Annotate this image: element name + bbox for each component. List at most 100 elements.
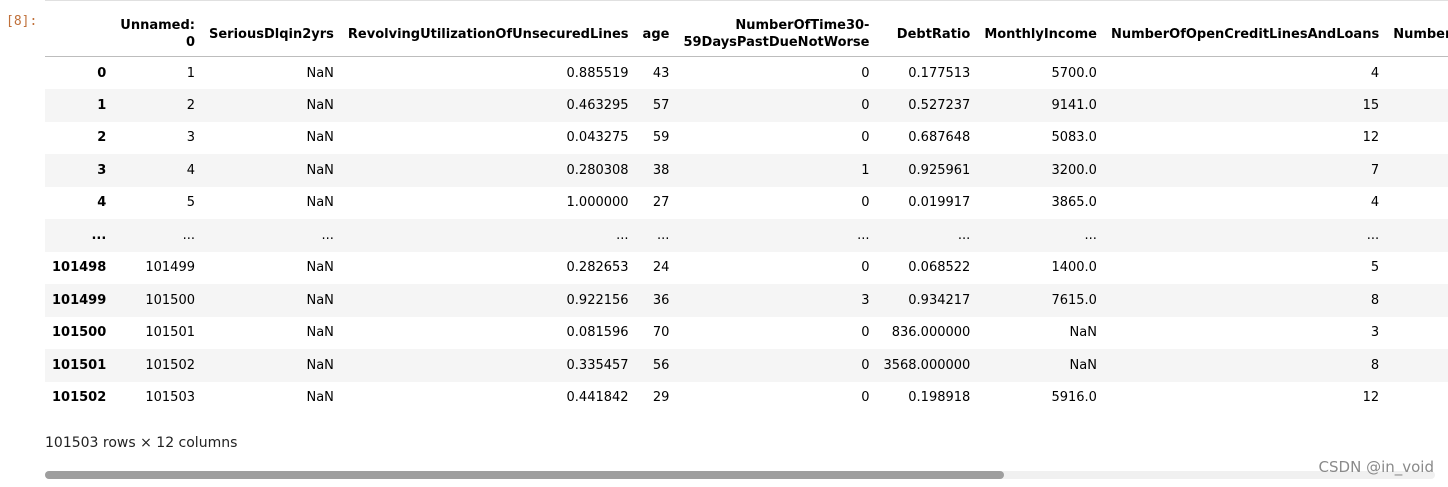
table-row: 1 2 NaN 0.463295 57 0 0.527237 9141.0 15 xyxy=(45,89,1448,122)
table-cell: 0.068522 xyxy=(908,260,971,276)
table-cell: 1 xyxy=(861,162,870,178)
table-cell: 0 xyxy=(861,325,870,341)
table-cell: 0 xyxy=(861,260,870,276)
row-index: ... xyxy=(91,227,107,243)
table-cell: 7 xyxy=(1370,162,1380,178)
scrollbar-thumb[interactable] xyxy=(45,471,1005,479)
table-cell: 38 xyxy=(652,162,670,178)
table-cell xyxy=(1386,154,1448,187)
table-cell: 4 xyxy=(1370,65,1380,81)
table-cell: 12 xyxy=(1362,130,1380,146)
column-header: NumberOfTimes90Day xyxy=(1386,12,1448,57)
table-cell: 3 xyxy=(1370,325,1380,341)
table-cell: NaN xyxy=(306,195,334,211)
table-cell: ... xyxy=(1366,227,1380,243)
table-cell: 27 xyxy=(652,195,670,211)
table-cell: 1 xyxy=(186,65,195,81)
table-header: Unnamed: 0 SeriousDlqin2yrs RevolvingUti… xyxy=(45,12,1448,57)
table-cell: 8 xyxy=(1370,357,1380,373)
table-cell: ... xyxy=(657,227,670,243)
table-cell xyxy=(1386,122,1448,155)
table-cell: NaN xyxy=(306,357,334,373)
table-cell: 5 xyxy=(1370,260,1380,276)
table-row: 101498 101499 NaN 0.282653 24 0 0.068522 1400.0… xyxy=(45,252,1448,285)
table-cell xyxy=(1386,89,1448,122)
table-cell: 0.441842 xyxy=(566,390,629,406)
table-cell: NaN xyxy=(306,97,334,113)
table-cell: 0.687648 xyxy=(908,130,971,146)
table-cell: 0.081596 xyxy=(566,325,629,341)
table-row: 2 3 NaN 0.043275 59 0 0.687648 5083.0 12 xyxy=(45,122,1448,155)
row-index: 1 xyxy=(97,97,107,113)
table-row: 101501 101502 NaN 0.335457 56 0 3568.000000 NaN… xyxy=(45,349,1448,382)
horizontal-scrollbar[interactable] xyxy=(45,471,1435,479)
table-row: 101502 101503 NaN 0.441842 29 0 0.198918 5916.0… xyxy=(45,382,1448,415)
column-header: MonthlyIncome xyxy=(977,12,1104,57)
table-row: 3 4 NaN 0.280308 38 1 0.925961 3200.0 7 xyxy=(45,154,1448,187)
table-cell: 0.934217 xyxy=(908,292,971,308)
column-header: NumberOfTime30-59DaysPastDueNotWorse xyxy=(676,12,877,57)
table-cell xyxy=(1386,382,1448,415)
table-row: 101499 101500 NaN 0.922156 36 3 0.934217 7615.0… xyxy=(45,284,1448,317)
cell-execution-prompt: [8]: xyxy=(6,14,38,29)
table-cell: 0 xyxy=(861,65,870,81)
table-cell: NaN xyxy=(1069,325,1097,341)
column-header: NumberOfOpenCreditLinesAndLoans xyxy=(1103,12,1387,57)
table-cell: 12 xyxy=(1362,390,1380,406)
table-cell: 15 xyxy=(1362,97,1380,113)
table-cell: NaN xyxy=(1069,357,1097,373)
table-cell: 70 xyxy=(652,325,670,341)
table-cell: NaN xyxy=(306,162,334,178)
table-cell: 0.019917 xyxy=(908,195,971,211)
table-cell: 0 xyxy=(861,195,870,211)
watermark-text: CSDN @in_void xyxy=(1318,458,1434,476)
table-cell: 57 xyxy=(652,97,670,113)
table-cell: 3200.0 xyxy=(1051,162,1097,178)
table-cell: 3 xyxy=(861,292,870,308)
header-row: Unnamed: 0 SeriousDlqin2yrs RevolvingUti… xyxy=(45,12,1448,57)
table-cell: 0.335457 xyxy=(566,357,629,373)
table-cell: 4 xyxy=(1370,195,1380,211)
table-cell: 0 xyxy=(861,97,870,113)
table-cell: ... xyxy=(616,227,629,243)
table-cell: 5700.0 xyxy=(1051,65,1097,81)
row-index: 101501 xyxy=(52,357,107,373)
table-row: 0 1 NaN 0.885519 43 0 0.177513 5700.0 4 xyxy=(45,57,1448,90)
row-index: 101499 xyxy=(52,292,107,308)
table-cell: 0.280308 xyxy=(566,162,629,178)
table-cell: NaN xyxy=(306,65,334,81)
table-cell: 43 xyxy=(652,65,670,81)
table-cell: 0.885519 xyxy=(566,65,629,81)
table-cell: 0.177513 xyxy=(908,65,971,81)
table-cell: NaN xyxy=(306,292,334,308)
table-cell: 0 xyxy=(861,130,870,146)
table-cell: 5 xyxy=(186,195,195,211)
row-index: 3 xyxy=(97,162,107,178)
row-index: 4 xyxy=(97,195,107,211)
table-cell: NaN xyxy=(306,130,334,146)
table-cell: 0.925961 xyxy=(908,162,971,178)
table-cell: 3 xyxy=(186,130,195,146)
table-cell: ... xyxy=(1084,227,1097,243)
table-cell xyxy=(1386,317,1448,350)
row-index: 101502 xyxy=(52,390,107,406)
row-index: 101498 xyxy=(52,260,107,276)
table-body: 0 1 NaN 0.885519 43 0 0.177513 5700.0 4 1 2 NaN 0.46… xyxy=(45,57,1448,415)
output-top-divider xyxy=(45,0,1448,1)
table-cell: 101499 xyxy=(145,260,195,276)
table-cell xyxy=(1386,284,1448,317)
table-cell: 0.922156 xyxy=(566,292,629,308)
dataframe-shape-info: 101503 rows × 12 columns xyxy=(45,435,238,451)
table-cell: 2 xyxy=(186,97,195,113)
row-index: 2 xyxy=(97,130,107,146)
table-cell: 4 xyxy=(186,162,195,178)
column-header: age xyxy=(635,12,677,57)
table-cell: 3865.0 xyxy=(1051,195,1097,211)
table-cell: 101502 xyxy=(145,357,195,373)
column-header: DebtRatio xyxy=(876,12,978,57)
table-cell: 836.000000 xyxy=(891,325,971,341)
table-cell: ... xyxy=(321,227,334,243)
table-cell: ... xyxy=(957,227,971,243)
table-cell xyxy=(1386,187,1448,220)
table-cell: 0.198918 xyxy=(908,390,971,406)
